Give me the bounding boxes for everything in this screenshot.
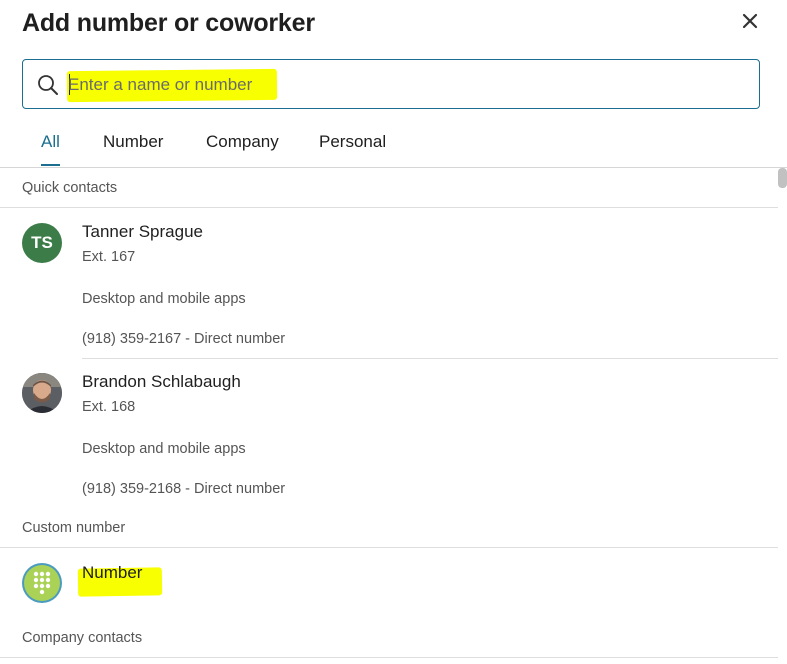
divider xyxy=(0,657,778,658)
contact-item-tanner-sprague[interactable]: TS Tanner Sprague Ext. 167 Desktop and m… xyxy=(0,208,778,358)
contacts-list[interactable]: Quick contacts TS Tanner Sprague Ext. 16… xyxy=(0,168,787,664)
avatar: TS xyxy=(22,223,62,263)
contact-name: Tanner Sprague xyxy=(82,222,203,241)
tab-all[interactable]: All xyxy=(41,122,60,166)
avatar xyxy=(22,373,62,413)
tab-company[interactable]: Company xyxy=(206,122,279,166)
custom-number-item[interactable]: Number xyxy=(0,548,778,608)
contact-apps: Desktop and mobile apps xyxy=(82,441,246,457)
search-icon xyxy=(38,75,58,95)
section-quick-contacts: Quick contacts xyxy=(22,180,118,196)
tab-personal[interactable]: Personal xyxy=(319,122,386,166)
section-custom-number: Custom number xyxy=(22,520,126,536)
scrollbar-thumb[interactable] xyxy=(778,168,787,188)
dialpad-icon xyxy=(22,563,62,603)
contact-apps: Desktop and mobile apps xyxy=(82,291,246,307)
contact-name: Brandon Schlabaugh xyxy=(82,372,241,391)
contact-extension: Ext. 167 xyxy=(82,249,136,265)
search-input[interactable] xyxy=(68,70,748,100)
contact-item-brandon-schlabaugh[interactable]: Brandon Schlabaugh Ext. 168 Desktop and … xyxy=(0,359,778,509)
search-field[interactable] xyxy=(22,59,760,109)
contact-extension: Ext. 168 xyxy=(82,399,136,415)
section-company-contacts: Company contacts xyxy=(22,630,143,646)
contact-phone: (918) 359-2167 - Direct number xyxy=(82,331,286,347)
tab-number[interactable]: Number xyxy=(103,122,163,166)
close-icon[interactable] xyxy=(738,9,762,33)
custom-number-label: Number xyxy=(82,563,143,582)
dialog-title: Add number or coworker xyxy=(22,9,315,37)
contact-phone: (918) 359-2168 - Direct number xyxy=(82,481,286,497)
